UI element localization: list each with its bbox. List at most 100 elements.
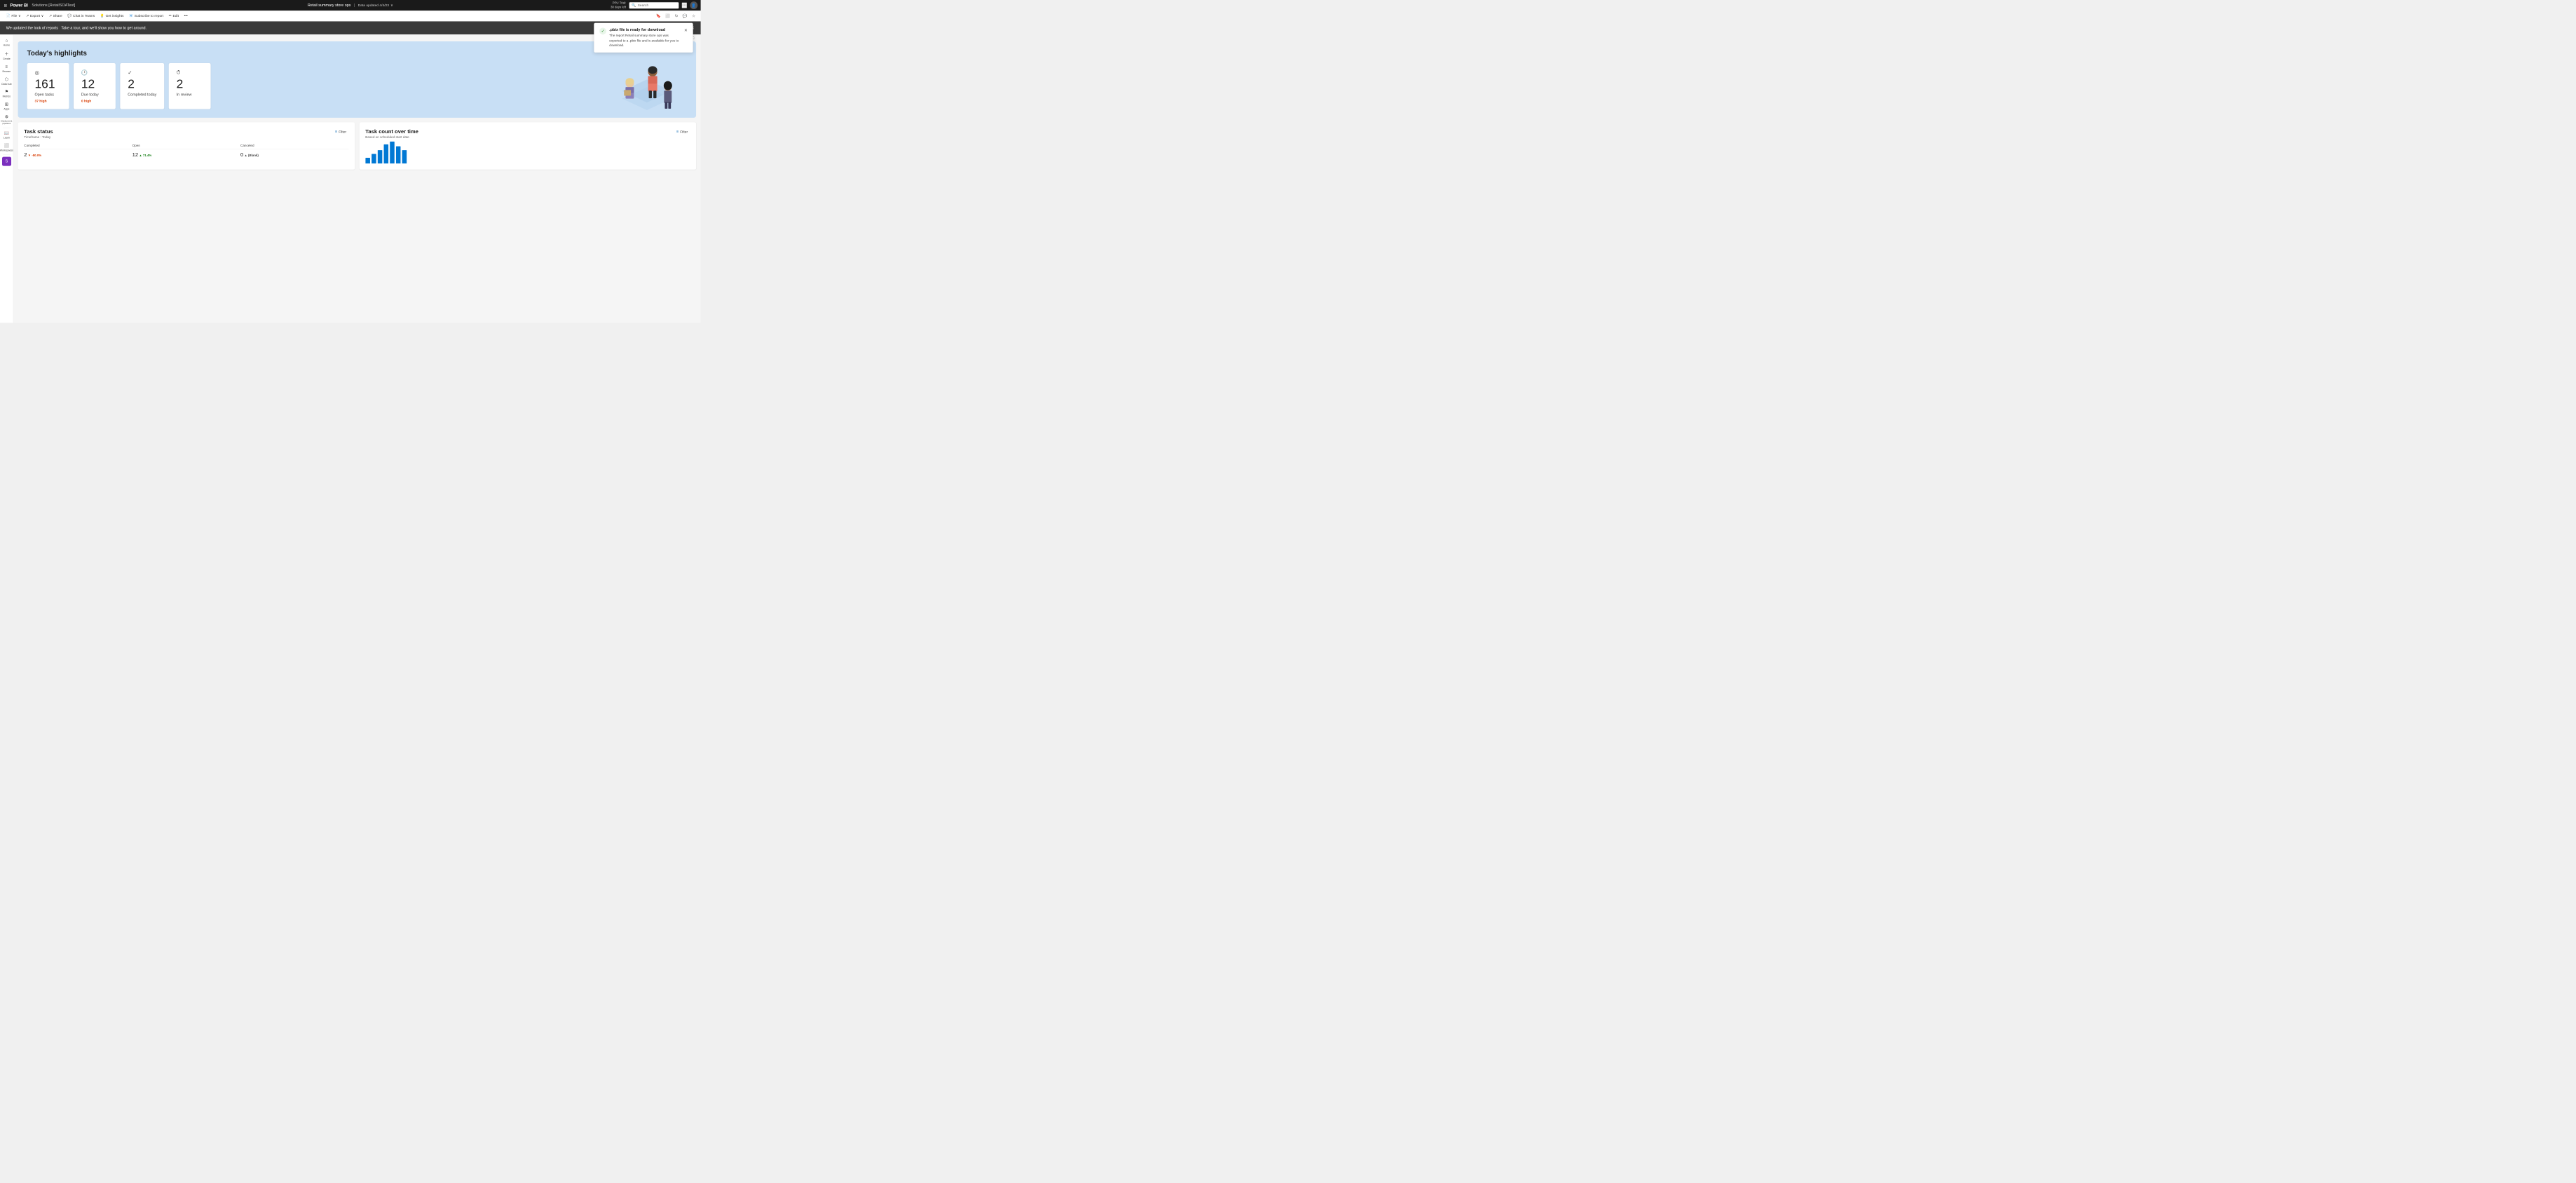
insights-icon: 💡 — [100, 14, 104, 18]
canceled-badge: ▲ (Blank) — [245, 154, 259, 157]
open-tasks-icon: ◎ — [35, 69, 62, 76]
highlight-card-open-tasks: ◎ 161 Open tasks 37 high — [27, 63, 69, 109]
comment-button[interactable]: 💬 — [681, 13, 689, 19]
more-button[interactable]: ••• — [682, 3, 687, 8]
insights-button[interactable]: 💡 Get insights — [98, 13, 126, 19]
subscribe-icon: 📧 — [129, 14, 133, 18]
in-review-number: 2 — [177, 78, 203, 90]
share-button[interactable]: ↗ Share — [47, 13, 64, 19]
open-badge: ▲ 71.4% — [139, 154, 151, 157]
sidebar-label-create: Create — [3, 58, 11, 60]
task-count-panel: Task count over time Based on scheduled … — [360, 122, 696, 169]
sidebar-item-home[interactable]: ⌂ Home — [1, 36, 13, 48]
chart-bar-7 — [402, 150, 407, 163]
powerbi-logo: Power BI — [10, 3, 28, 8]
task-count-subtitle: Based on scheduled start date — [365, 135, 418, 139]
task-status-filter-button[interactable]: ≡ Filter — [333, 128, 349, 135]
sidebar-item-datahub[interactable]: ⬡ Data hub — [1, 75, 13, 88]
task-status-subtitle: Timeframe : Today — [24, 135, 53, 139]
report-title-area: Retail summary store ops | Data updated … — [308, 3, 393, 7]
sidebar-item-learn[interactable]: 📖 Learn — [1, 128, 13, 141]
task-status-row: 2 ▼ -50.0% 12 ▲ 71.4% 0 ▲ (Blank) — [24, 149, 348, 160]
ppu-trial: PPU Trial: 38 days left — [611, 1, 626, 9]
export-button[interactable]: ↗ Export ∨ — [24, 13, 46, 19]
completed-icon: ✓ — [128, 69, 156, 76]
sidebar-label-learn: Learn — [4, 136, 10, 139]
chat-label: Chat in Teams — [73, 14, 95, 18]
task-status-panel: Task status Timeframe : Today ≡ Filter C… — [18, 122, 355, 169]
search-placeholder: Search — [638, 4, 649, 8]
task-count-chart — [365, 140, 690, 163]
completed-value: 2 — [24, 151, 27, 157]
subscribe-button[interactable]: 📧 Subscribe to report — [127, 13, 166, 19]
filter-label-2: Filter — [680, 130, 688, 134]
in-review-label: In review — [177, 93, 203, 97]
col-canceled: Canceled — [240, 144, 348, 147]
open-value: 12 — [132, 151, 138, 157]
search-icon: 🔍 — [632, 4, 636, 8]
ellipsis-button[interactable]: ••• — [182, 13, 190, 19]
sidebar-label-workspaces: Workspaces — [0, 149, 13, 151]
sidebar-item-create[interactable]: ＋ Create — [1, 48, 13, 62]
chart-bar-6 — [396, 147, 401, 163]
sidebar-item-browse[interactable]: ≡ Browse — [1, 62, 13, 75]
completed-value-area: 2 ▼ -50.0% — [24, 151, 132, 158]
layout-button[interactable]: ⬜ — [664, 13, 672, 19]
col-open: Open — [132, 144, 240, 147]
highlight-card-due-today: 🕐 12 Due today 0 high — [74, 63, 116, 109]
sidebar-solutions-item[interactable]: S — [2, 157, 11, 166]
chat-teams-button[interactable]: 💬 Chat in Teams — [65, 13, 97, 19]
chart-bar-2 — [372, 154, 376, 164]
bottom-panels: Task status Timeframe : Today ≡ Filter C… — [18, 122, 697, 169]
chevron-down-icon[interactable]: ∨ — [390, 4, 393, 8]
grid-icon[interactable]: ⊞ — [3, 2, 8, 8]
notification-check-icon: ✓ — [599, 27, 606, 34]
browse-icon: ≡ — [6, 64, 8, 69]
file-label: File — [11, 14, 17, 18]
ellipsis-icon: ••• — [184, 14, 188, 18]
due-today-number: 12 — [81, 78, 108, 90]
avatar[interactable]: 👤 — [690, 1, 697, 9]
sidebar-item-deployment[interactable]: ⚙ Deployment pipelines — [1, 112, 13, 127]
file-icon: 📄 — [6, 14, 11, 18]
edit-button[interactable]: ✏ Edit — [167, 13, 182, 19]
sidebar-label-datahub: Data hub — [1, 82, 11, 85]
notification-popup: ✓ .pbix file is ready for download The r… — [594, 23, 693, 53]
apps-icon: ⊞ — [5, 102, 8, 107]
task-count-filter-button[interactable]: ≡ Filter — [674, 128, 690, 135]
chart-bar-3 — [378, 150, 383, 163]
notification-close-button[interactable]: ✕ — [684, 27, 688, 32]
export-icon: ↗ — [26, 14, 29, 18]
bookmark-button[interactable]: 🔖 — [655, 13, 662, 19]
task-count-title: Task count over time — [365, 128, 418, 135]
main-content: Last updated 4/4/2023 12:30:05 PM UTC To… — [13, 34, 701, 323]
open-tasks-label: Open tasks — [35, 93, 62, 97]
file-chevron: ∨ — [18, 14, 21, 18]
task-status-title-area: Task status Timeframe : Today — [24, 128, 53, 139]
in-review-icon: ⏱ — [177, 69, 203, 76]
create-icon: ＋ — [4, 50, 8, 57]
main-layout: ⌂ Home ＋ Create ≡ Browse ⬡ Data hub ⚑ Me… — [0, 34, 701, 323]
sidebar-item-workspaces[interactable]: ⬜ Workspaces — [1, 141, 13, 154]
task-status-title: Task status — [24, 128, 53, 135]
sidebar-label-browse: Browse — [2, 70, 11, 73]
deployment-icon: ⚙ — [5, 114, 8, 119]
due-today-sub: 0 high — [81, 99, 108, 103]
search-box[interactable]: 🔍 Search — [629, 2, 679, 8]
highlights-section: Today's highlights ◎ 161 Open tasks 37 h… — [18, 41, 697, 118]
home-icon: ⌂ — [6, 38, 8, 43]
task-count-header: Task count over time Based on scheduled … — [365, 128, 690, 139]
highlight-card-completed: ✓ 2 Completed today — [120, 63, 164, 109]
file-button[interactable]: 📄 File ∨ — [4, 13, 22, 19]
col-completed: Completed — [24, 144, 132, 147]
data-updated[interactable]: Data updated 4/4/23 ∨ — [358, 4, 393, 8]
edit-label: Edit — [173, 14, 179, 18]
refresh-button[interactable]: ↻ — [674, 13, 680, 19]
sidebar-item-apps[interactable]: ⊞ Apps — [1, 100, 13, 112]
sidebar-item-metrics[interactable]: ⚑ Metrics — [1, 87, 13, 100]
highlights-cards: ◎ 161 Open tasks 37 high 🕐 12 Due today … — [27, 63, 687, 109]
chart-bar-5 — [390, 142, 395, 163]
star-button[interactable]: ☆ — [690, 13, 697, 19]
notification-header: ✓ .pbix file is ready for download The r… — [599, 27, 688, 48]
chart-bar-4 — [383, 144, 388, 163]
